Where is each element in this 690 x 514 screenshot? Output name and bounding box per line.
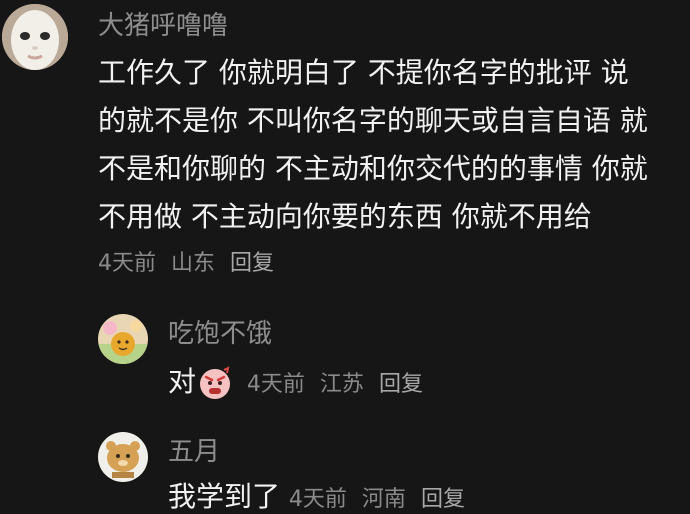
angry-face-emoji-icon [200,366,231,399]
reply-meta: 4天前 江苏 回复 [247,372,431,397]
reply-username[interactable]: 五月 [168,437,220,467]
reply-time: 4天前 [246,372,305,397]
reply-button[interactable]: 回复 [379,372,423,397]
reply-meta: 4天前 河南 回复 [289,487,473,512]
avatar[interactable] [2,4,68,70]
reply-location: 江苏 [319,372,364,397]
reply-time: 4天前 [288,487,347,512]
comment-time: 4天前 [98,251,156,276]
comment-username[interactable]: 大猪呼噜噜 [98,11,228,41]
avatar[interactable] [98,432,148,482]
bear-cartoon-avatar-icon [98,314,148,364]
comment-meta: 4天前 山东 回复 [98,250,282,278]
reply-text-content: 我学到了 [168,480,281,513]
reply-text: 我学到了 4天前 河南 回复 [168,473,473,514]
comment-text-line: 不是和你聊的 不主动和你交代的的事情 你就 [98,152,648,185]
comment-text-line: 的就不是你 不叫你名字的聊天或自言自语 就 [98,104,648,137]
avatar[interactable] [98,314,148,364]
reply-text-content: 对 [168,365,197,398]
comment-text-line: 不用做 不主动向你要的东西 你就不用给 [98,200,592,233]
reply-location: 河南 [361,487,406,512]
reply-text: 对 4天前 江苏 回复 [168,358,431,406]
comment-thread: 大猪呼噜噜 工作久了 你就明白了 不提你名字的批评 说 的就不是你 不叫你名字的… [0,0,690,514]
face-mask-avatar-icon [2,4,68,70]
reply-button[interactable]: 回复 [230,251,274,276]
reply-button[interactable]: 回复 [421,487,465,512]
reply-username[interactable]: 吃饱不饿 [168,319,272,349]
comment-text-line: 工作久了 你就明白了 不提你名字的批评 说 [98,56,629,89]
comment-location: 山东 [171,251,216,276]
cartoon-animal-avatar-icon [98,432,148,482]
